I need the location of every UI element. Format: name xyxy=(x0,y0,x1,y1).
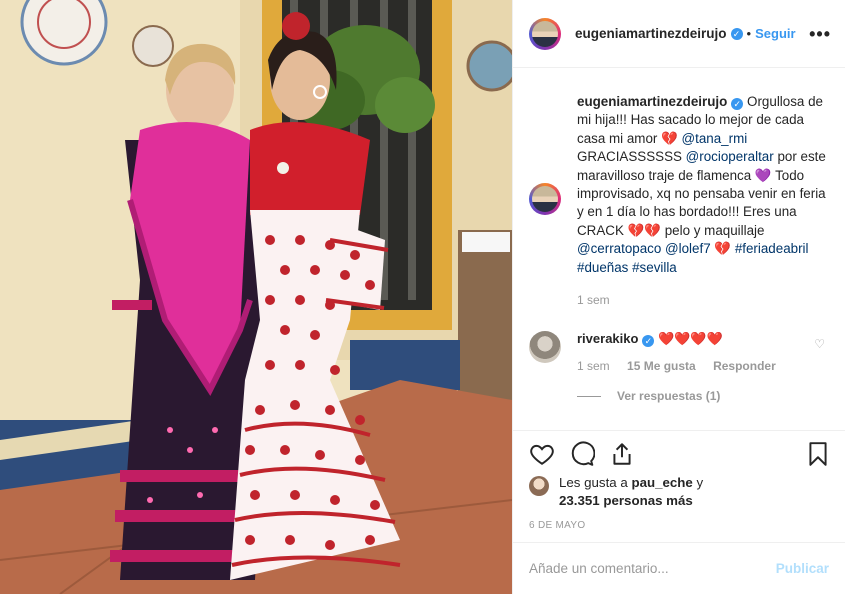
comment-body: riverakiko ✓ ❤️❤️❤️❤️ 1 sem 15 Me gusta R… xyxy=(577,331,790,373)
post-modal: eugeniamartinezdeirujo ✓ • Seguir ••• eu… xyxy=(0,0,845,594)
comment-meta: 1 sem 15 Me gusta Responder xyxy=(577,359,790,373)
like-comment-icon[interactable]: ♡ xyxy=(814,337,825,351)
commenter-avatar[interactable] xyxy=(529,331,561,364)
post-header: eugeniamartinezdeirujo ✓ • Seguir ••• xyxy=(513,0,845,68)
caption-avatar[interactable] xyxy=(529,183,561,215)
purple-heart-emoji: 💜 xyxy=(754,167,772,183)
comment-likes[interactable]: 15 Me gusta xyxy=(627,359,696,373)
broken-heart-emoji: 💔 xyxy=(661,130,678,146)
verified-icon: ✓ xyxy=(731,98,744,110)
heart-icon[interactable] xyxy=(529,441,555,467)
view-replies-button[interactable]: Ver respuestas (1) xyxy=(577,389,829,403)
author-avatar-image xyxy=(532,20,558,47)
author-username[interactable]: eugeniamartinezdeirujo xyxy=(575,26,727,41)
caption-body: eugeniamartinezdeirujo ✓ Orgullosa de mi … xyxy=(577,93,829,309)
commenter-username[interactable]: riverakiko xyxy=(577,331,638,346)
likes-connector: y xyxy=(696,475,704,490)
broken-heart-emoji: 💔 xyxy=(644,222,661,238)
likes-prefix: Les gusta a xyxy=(559,475,628,490)
bookmark-icon[interactable] xyxy=(805,441,831,467)
comment-icon[interactable] xyxy=(569,441,595,467)
reply-button[interactable]: Responder xyxy=(713,359,776,373)
mention-link[interactable]: @lolef7 xyxy=(665,241,711,256)
view-replies-label: Ver respuestas (1) xyxy=(617,389,721,404)
likes-count[interactable]: 23.351 personas más xyxy=(559,493,693,508)
follow-button[interactable]: Seguir xyxy=(755,26,795,41)
caption-text-2: GRACIASSSSSS xyxy=(577,149,682,165)
caption-avatar-image xyxy=(532,186,558,212)
caption: eugeniamartinezdeirujo ✓ Orgullosa de mi … xyxy=(529,93,829,309)
action-bar xyxy=(513,430,845,474)
likes-summary: Les gusta a pau_eche y 23.351 personas m… xyxy=(529,474,829,511)
comment-time: 1 sem xyxy=(577,359,610,374)
separator-dot: • xyxy=(746,26,752,41)
post-sidebar: eugeniamartinezdeirujo ✓ • Seguir ••• eu… xyxy=(512,0,845,594)
broken-heart-emoji: 💔 xyxy=(627,222,645,238)
caption-text-5: pelo y maquillaje xyxy=(664,222,765,238)
post-photo[interactable] xyxy=(0,0,512,594)
caption-username[interactable]: eugeniamartinezdeirujo xyxy=(577,94,727,109)
broken-heart-emoji: 💔 xyxy=(714,241,732,257)
mention-link[interactable]: @cerratopaco xyxy=(577,241,661,256)
liker-username[interactable]: pau_eche xyxy=(631,475,692,490)
mention-link[interactable]: @rocioperaltar xyxy=(686,149,774,164)
add-comment-box: Publicar xyxy=(513,542,845,594)
likes-text: Les gusta a pau_eche y 23.351 personas m… xyxy=(559,474,703,511)
photo-illustration xyxy=(0,0,512,594)
comment-input[interactable] xyxy=(529,561,776,576)
verified-icon: ✓ xyxy=(642,335,655,348)
post-date: 6 DE MAYO xyxy=(529,520,586,531)
comment-text: ❤️❤️❤️❤️ xyxy=(658,331,723,347)
comment-item: riverakiko ✓ ❤️❤️❤️❤️ 1 sem 15 Me gusta R… xyxy=(529,331,829,373)
verified-icon: ✓ xyxy=(730,27,743,40)
more-options-icon[interactable]: ••• xyxy=(809,24,831,45)
mention-link[interactable]: @tana_rmi xyxy=(682,131,748,146)
author-avatar[interactable] xyxy=(529,17,561,50)
comments-list[interactable]: eugeniamartinezdeirujo ✓ Orgullosa de mi … xyxy=(513,69,845,429)
liker-avatar[interactable] xyxy=(529,476,549,496)
publish-button[interactable]: Publicar xyxy=(776,561,829,576)
caption-time: 1 sem xyxy=(577,293,610,308)
share-icon[interactable] xyxy=(609,441,635,467)
replies-line xyxy=(577,395,601,397)
